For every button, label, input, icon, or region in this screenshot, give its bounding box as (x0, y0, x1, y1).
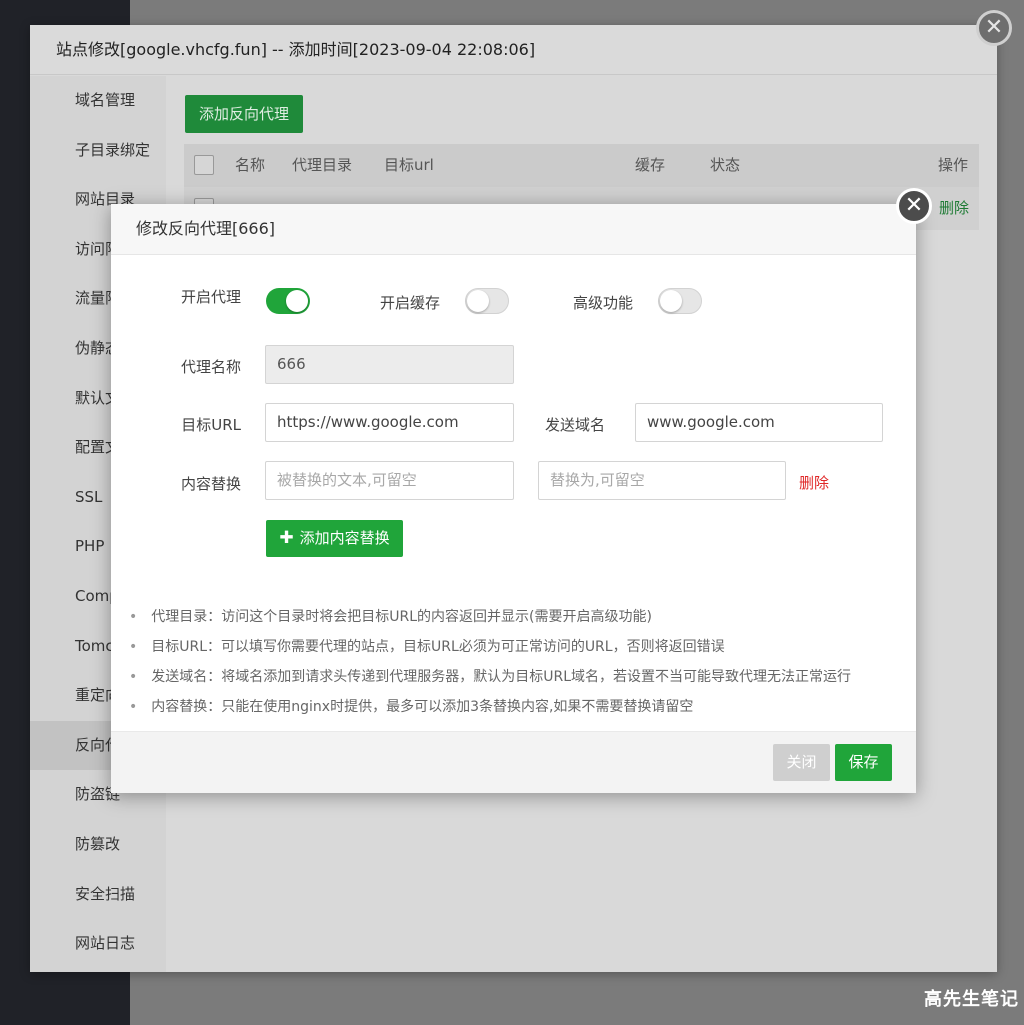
plus-icon: ✚ (279, 528, 294, 548)
col-actions: 操作 (937, 156, 968, 174)
send-domain-input[interactable]: www.google.com (635, 403, 883, 442)
close-button[interactable]: 关闭 (773, 744, 830, 781)
row-delete-link[interactable]: 删除 (939, 187, 969, 230)
add-content-replace-label: 添加内容替换 (299, 529, 390, 547)
select-all-checkbox[interactable] (194, 155, 214, 175)
col-name: 名称 (235, 156, 266, 174)
add-content-replace-button[interactable]: ✚ 添加内容替换 (266, 520, 403, 557)
close-icon[interactable]: ✕ (896, 188, 932, 224)
proxy-name-label: 代理名称 (180, 358, 241, 376)
col-proxy-dir: 代理目录 (292, 156, 353, 174)
enable-proxy-label: 开启代理 (180, 288, 241, 306)
col-status: 状态 (710, 156, 741, 174)
proxy-table-header: 名称 代理目录 目标url 缓存 状态 操作 (184, 144, 979, 187)
tip-proxy-dir: 代理目录：访问这个目录时将会把目标URL的内容返回并显示(需要开启高级功能) (129, 602, 851, 632)
proxy-name-field: 666 (265, 345, 514, 384)
site-edit-title: 站点修改[google.vhcfg.fun] -- 添加时间[2023-09-0… (30, 25, 997, 75)
col-cache: 缓存 (635, 156, 666, 174)
edit-reverse-proxy-modal: 修改反向代理[666] 开启代理 开启缓存 高级功能 代理名称 666 目标UR… (111, 204, 916, 793)
enable-cache-label: 开启缓存 (379, 294, 440, 312)
add-reverse-proxy-button[interactable]: 添加反向代理 (185, 95, 304, 133)
advanced-toggle[interactable] (658, 288, 702, 314)
replace-to-input[interactable]: 替换为,可留空 (538, 461, 786, 500)
tip-send-domain: 发送域名：将域名添加到请求头传递到代理服务器，默认为目标URL域名，若设置不当可… (129, 662, 851, 692)
modal-footer: 关闭 保存 (111, 731, 916, 793)
save-button[interactable]: 保存 (835, 744, 892, 781)
sidebar-item-subdir[interactable]: 子目录绑定 (30, 126, 166, 176)
advanced-label: 高级功能 (572, 294, 633, 312)
send-domain-label: 发送域名 (544, 416, 605, 434)
toggle-knob (467, 290, 489, 312)
sidebar-item-domain[interactable]: 域名管理 (30, 76, 166, 126)
replace-from-input[interactable]: 被替换的文本,可留空 (265, 461, 514, 500)
target-url-input[interactable]: https://www.google.com (265, 403, 514, 442)
sidebar-item-tamper-proof[interactable]: 防篡改 (30, 820, 166, 870)
content-replace-label: 内容替换 (180, 475, 241, 493)
watermark-text: 高先生笔记 (924, 989, 1019, 1010)
toggle-knob (286, 290, 308, 312)
edit-proxy-title: 修改反向代理[666] (111, 204, 916, 255)
sidebar-item-site-log[interactable]: 网站日志 (30, 919, 166, 969)
tip-content-replace: 内容替换：只能在使用nginx时提供，最多可以添加3条替换内容,如果不需要替换请… (129, 692, 851, 722)
target-url-label: 目标URL (181, 416, 241, 434)
sidebar-item-security-scan[interactable]: 安全扫描 (30, 870, 166, 920)
close-icon[interactable]: ✕ (976, 10, 1012, 46)
enable-cache-toggle[interactable] (465, 288, 509, 314)
enable-proxy-toggle[interactable] (266, 288, 310, 314)
col-target-url: 目标url (384, 156, 434, 174)
toggle-knob (660, 290, 682, 312)
replace-delete-link[interactable]: 删除 (799, 472, 829, 493)
help-tips-list: 代理目录：访问这个目录时将会把目标URL的内容返回并显示(需要开启高级功能) 目… (129, 602, 851, 722)
tip-target-url: 目标URL：可以填写你需要代理的站点，目标URL必须为可正常访问的URL，否则将… (129, 632, 851, 662)
